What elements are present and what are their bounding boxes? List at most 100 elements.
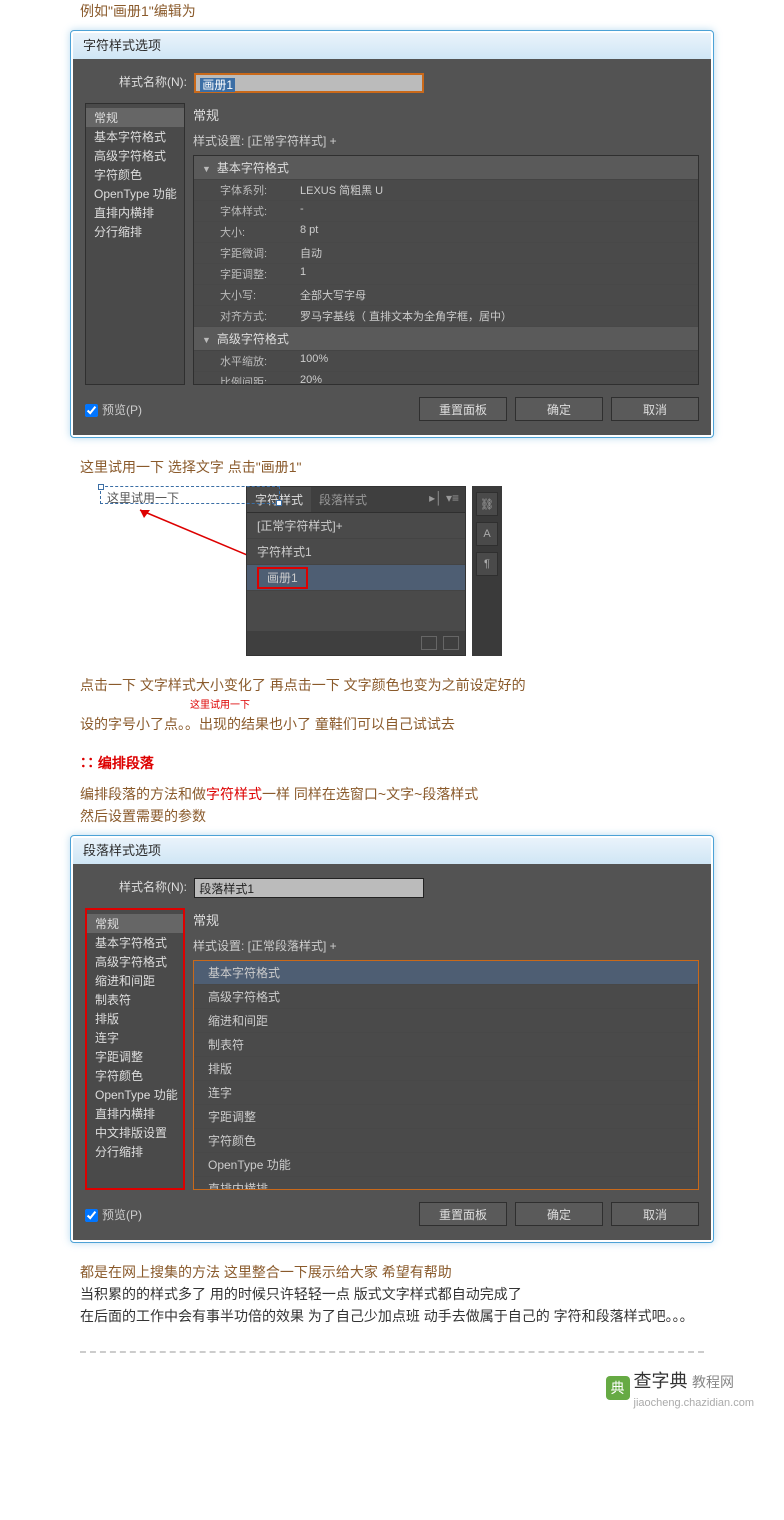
- outro-text: 都是在网上搜集的方法 这里整合一下展示给大家 希望有帮助: [80, 1261, 704, 1283]
- char-style-dialog: 字符样式选项 样式名称(N): 画册1 常规 基本字符格式 高级字符格式 字符颜…: [70, 30, 714, 438]
- property-list[interactable]: 基本字符格式 字体系列:LEXUS 简粗黑 U 字体样式:- 大小:8 pt 字…: [193, 155, 699, 385]
- logo-icon: 典: [606, 1376, 630, 1400]
- preview-checkbox[interactable]: 预览(P): [85, 1206, 142, 1223]
- cancel-button[interactable]: 取消: [611, 1202, 699, 1226]
- prop-val: LEXUS 简粗黑 U: [300, 182, 383, 198]
- style-list-item[interactable]: [正常字符样式]+: [247, 513, 465, 539]
- panel-heading: 常规: [193, 910, 699, 929]
- delete-style-icon[interactable]: [443, 636, 459, 650]
- selected-text-frame[interactable]: 这里试用一下: [100, 486, 280, 504]
- reset-button[interactable]: 重置面板: [419, 397, 507, 421]
- prop-val: 20%: [300, 374, 322, 385]
- sidebar-item[interactable]: 高级字符格式: [87, 952, 183, 971]
- prop-val: 8 pt: [300, 224, 318, 240]
- style-list-item[interactable]: 画册1: [247, 565, 465, 591]
- group-header[interactable]: 高级字符格式: [194, 327, 698, 351]
- para-style-dialog: 段落样式选项 样式名称(N): 段落样式1 常规 基本字符格式 高级字符格式 缩…: [70, 835, 714, 1243]
- small-red-annotation: 这里试用一下: [190, 696, 704, 711]
- sidebar-item[interactable]: 分行缩排: [87, 1142, 183, 1161]
- preview-checkbox[interactable]: 预览(P): [85, 401, 142, 418]
- sidebar-item[interactable]: 字距调整: [87, 1047, 183, 1066]
- sidebar-item[interactable]: 分行缩排: [86, 222, 184, 241]
- list-item[interactable]: 连字: [194, 1081, 698, 1105]
- divider: [80, 1351, 704, 1353]
- list-item[interactable]: 字距调整: [194, 1105, 698, 1129]
- prop-key: 大小写:: [220, 287, 300, 303]
- sidebar-item[interactable]: 高级字符格式: [86, 146, 184, 165]
- sidebar-item[interactable]: 字符颜色: [87, 1066, 183, 1085]
- outro-text: 当积累的的样式多了 用的时候只许轻轻一点 版式文字样式都自动完成了: [80, 1283, 704, 1305]
- prop-val: 100%: [300, 353, 328, 369]
- group-header[interactable]: 基本字符格式: [194, 156, 698, 180]
- section-heading: 编排段落: [80, 753, 704, 773]
- prop-key: 对齐方式:: [220, 308, 300, 324]
- new-style-icon[interactable]: [421, 636, 437, 650]
- prop-key: 字距调整:: [220, 266, 300, 282]
- result-text2: 设的字号小了点。。出现的结果也小了 童鞋们可以自己试试去: [80, 713, 704, 735]
- sidebar-item[interactable]: 直排内横排: [86, 203, 184, 222]
- prop-key: 字距微调:: [220, 245, 300, 261]
- prop-key: 字体系列:: [220, 182, 300, 198]
- prop-key: 比例间距:: [220, 374, 300, 385]
- prop-key: 大小:: [220, 224, 300, 240]
- property-list[interactable]: 基本字符格式 高级字符格式 缩进和间距 制表符 排版 连字 字距调整 字符颜色 …: [193, 960, 699, 1190]
- prop-key: 字体样式:: [220, 203, 300, 219]
- sidebar-item[interactable]: 制表符: [87, 990, 183, 1009]
- para-panel-icon[interactable]: ¶: [476, 552, 498, 576]
- list-item[interactable]: 高级字符格式: [194, 985, 698, 1009]
- sidebar-item[interactable]: 常规: [87, 914, 183, 933]
- list-item[interactable]: 排版: [194, 1057, 698, 1081]
- ok-button[interactable]: 确定: [515, 1202, 603, 1226]
- prop-val: -: [300, 203, 304, 219]
- list-item[interactable]: 直排内横排: [194, 1177, 698, 1190]
- ok-button[interactable]: 确定: [515, 397, 603, 421]
- char-panel-icon[interactable]: A: [476, 522, 498, 546]
- sidebar-item[interactable]: 排版: [87, 1009, 183, 1028]
- sidebar-item[interactable]: 直排内横排: [87, 1104, 183, 1123]
- style-name-label: 样式名称(N):: [119, 75, 187, 89]
- footer-brand: 典 查字典 教程网 jiaocheng.chazidian.com: [0, 1367, 784, 1429]
- result-text: 点击一下 文字样式大小变化了 再点击一下 文字颜色也变为之前设定好的: [80, 674, 704, 696]
- sidebar-item[interactable]: 缩进和间距: [87, 971, 183, 990]
- sidebar-item[interactable]: OpenType 功能: [86, 184, 184, 203]
- tab-para-style[interactable]: 段落样式: [311, 487, 375, 512]
- link-icon[interactable]: ⛓: [476, 492, 498, 516]
- prop-val: 1: [300, 266, 306, 282]
- char-style-panel: 字符样式 段落样式 ▸│ ▾≡ [正常字符样式]+ 字符样式1 画册1: [246, 486, 466, 656]
- intro-text: 例如"画册1"编辑为: [80, 0, 704, 22]
- panel-heading: 常规: [193, 105, 699, 124]
- sidebar-item[interactable]: 基本字符格式: [86, 127, 184, 146]
- prop-val: 自动: [300, 245, 322, 261]
- style-name-input[interactable]: 画册1: [194, 73, 424, 93]
- reset-button[interactable]: 重置面板: [419, 1202, 507, 1226]
- prop-val: 罗马字基线（ 直排文本为全角字框，居中）: [300, 308, 512, 324]
- list-item[interactable]: 缩进和间距: [194, 1009, 698, 1033]
- list-item[interactable]: OpenType 功能: [194, 1153, 698, 1177]
- style-setting-label: 样式设置: [正常段落样式] +: [193, 937, 699, 954]
- style-setting-label: 样式设置: [正常字符样式] +: [193, 132, 699, 149]
- dialog-title: 字符样式选项: [73, 33, 711, 59]
- sidebar-item[interactable]: 连字: [87, 1028, 183, 1047]
- sidebar-item[interactable]: 字符颜色: [86, 165, 184, 184]
- dialog-title: 段落样式选项: [73, 838, 711, 864]
- style-name-input[interactable]: 段落样式1: [194, 878, 424, 898]
- category-sidebar: 常规 基本字符格式 高级字符格式 字符颜色 OpenType 功能 直排内横排 …: [85, 103, 185, 385]
- category-sidebar: 常规 基本字符格式 高级字符格式 缩进和间距 制表符 排版 连字 字距调整 字符…: [85, 908, 185, 1190]
- style-list-item[interactable]: 字符样式1: [247, 539, 465, 565]
- cancel-button[interactable]: 取消: [611, 397, 699, 421]
- section2-text: 编排段落的方法和做字符样式一样 同样在选窗口~文字~段落样式 然后设置需要的参数: [80, 783, 704, 827]
- sidebar-item[interactable]: 常规: [86, 108, 184, 127]
- outro-text: 在后面的工作中会有事半功倍的效果 为了自己少加点班 动手去做属于自己的 字符和段…: [80, 1305, 704, 1327]
- sidebar-item[interactable]: OpenType 功能: [87, 1085, 183, 1104]
- list-item[interactable]: 制表符: [194, 1033, 698, 1057]
- list-item[interactable]: 基本字符格式: [194, 961, 698, 985]
- footer-url: jiaocheng.chazidian.com: [634, 1397, 754, 1409]
- style-name-label: 样式名称(N):: [119, 880, 187, 894]
- prop-val: 全部大写字母: [300, 287, 366, 303]
- list-item[interactable]: 字符颜色: [194, 1129, 698, 1153]
- sidebar-item[interactable]: 中文排版设置: [87, 1123, 183, 1142]
- sidebar-item[interactable]: 基本字符格式: [87, 933, 183, 952]
- panel-menu-icon[interactable]: ▸│ ▾≡: [423, 487, 465, 512]
- dock-icons: ⛓ A ¶: [472, 486, 502, 656]
- prop-key: 水平缩放:: [220, 353, 300, 369]
